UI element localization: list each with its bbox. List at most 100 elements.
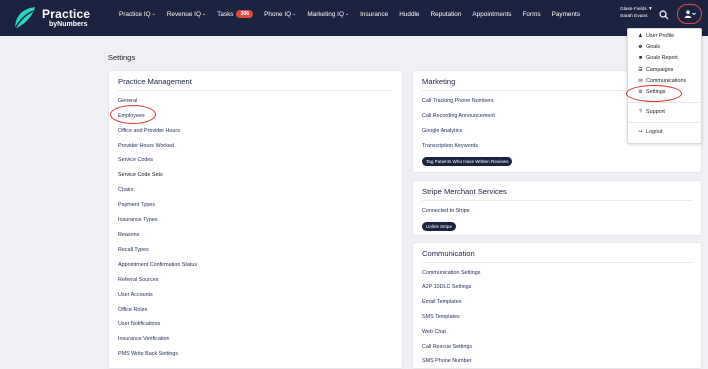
menu-label: Goals Report [646,55,678,61]
link-communication-settings[interactable]: Communication Settings [422,270,480,276]
brand-name: Practice [42,7,91,21]
search-icon[interactable] [659,10,669,20]
nav-phone-iq[interactable]: Phone IQ ⌄ [264,10,296,18]
nav-insurance[interactable]: Insurance [360,10,388,18]
chevron-down-icon: ⌄ [292,11,297,17]
link-user-accounts[interactable]: User Accounts [118,292,153,298]
link-email-templates[interactable]: Email Templates [422,299,461,305]
link-provider-hours-worked[interactable]: Provider Hours Worked [118,143,174,149]
user-menu-button[interactable] [677,4,702,24]
nav-tasks[interactable]: Tasks 306 [217,10,254,18]
nav-reputation[interactable]: Reputation [430,10,461,18]
envelope-icon: ✉ [638,78,643,84]
link-transcription-keywords[interactable]: Transcription Keywords [422,143,478,149]
nav-practice-iq[interactable]: Practice IQ ⌄ [119,10,156,18]
link-a2p-10dlc-settings[interactable]: A2P 10DLC Settings [422,284,471,290]
link-pms-write-back-settings[interactable]: PMS Write Back Settings [118,351,178,357]
trophy-icon: ♚ [638,44,643,50]
menu-campaigns[interactable]: ☰ Campaigns [637,67,673,73]
link-call-tracking-phone-numbers[interactable]: Call Tracking Phone Numbers [422,98,494,104]
menu-goals[interactable]: ♚ Goals [637,44,660,50]
link-chairs[interactable]: Chairs [118,187,134,193]
divider [422,200,692,201]
nav-label: Phone IQ [264,10,292,18]
card-title: Stripe Merchant Services [422,187,507,196]
link-call-rescue-settings[interactable]: Call Rescue Settings [422,344,472,350]
nav-payments[interactable]: Payments [552,10,580,18]
link-google-analytics[interactable]: Google Analytics [422,128,462,134]
link-general[interactable]: General [118,98,137,104]
nav-label: Reputation [430,10,462,18]
practice-switcher[interactable]: Glass-Fields ▼ Sarah Evans [620,7,653,20]
menu-user-profile[interactable]: ♟ User Profile [637,33,674,39]
brand-logo[interactable]: Practice byNumbers [11,5,101,31]
link-appointment-confirmation-status[interactable]: Appointment Confirmation Status [118,262,197,268]
nav-label: Insurance [360,10,389,18]
menu-label: Goals [646,44,661,50]
nav-label: Huddle [399,10,420,18]
link-referral-sources[interactable]: Referral Sources [118,277,158,283]
link-sms-templates[interactable]: SMS Templates [422,314,460,320]
link-office-and-provider-hours[interactable]: Office and Provider Hours [118,128,180,134]
menu-label: User Profile [646,33,675,39]
user-icon [684,10,696,18]
divider [422,262,692,263]
chevron-down-icon: ⌄ [344,11,350,17]
link-call-recording-announcement[interactable]: Call Recording Announcement [422,113,495,119]
nav-label: Forms [522,10,541,18]
list-icon: ☰ [638,67,643,73]
menu-goals-report[interactable]: ■ Goals Report [637,55,678,61]
communication-card: Communication Communication Settings A2P… [412,242,702,369]
page-title: Settings [108,53,136,62]
settings-highlight-circle [626,85,682,102]
chevron-down-icon: ⌄ [201,11,207,17]
menu-divider [628,122,703,123]
stripe-status: Connected to Stripe [422,208,470,214]
main-nav: Practice IQ ⌄ Revenue IQ ⌄ Tasks 306 Phone … [119,10,591,18]
nav-appointments[interactable]: Appointments [472,10,511,18]
logo-mark-icon [14,7,35,30]
link-insurance-verification[interactable]: Insurance Verification [118,336,170,342]
link-recall-types[interactable]: Recall Types [118,247,149,253]
nav-label: Tasks [217,10,234,18]
menu-logout[interactable]: ↪ Logout [637,129,663,135]
top-navbar: Practice byNumbers Practice IQ ⌄ Revenue … [0,0,708,36]
link-user-notifications[interactable]: User Notifications [118,321,160,327]
link-web-chat[interactable]: Web Chat [422,329,446,335]
tag-patients-reviews-button[interactable]: Tag Patients Who Have Written Reviews [422,157,513,166]
nav-label: Revenue IQ [166,10,201,18]
unlink-stripe-button[interactable]: Unlink Stripe [422,222,457,231]
user-icon: ♟ [638,33,643,39]
brand-subname: byNumbers [49,21,88,28]
link-sms-phone-number[interactable]: SMS Phone Number [422,358,471,364]
menu-label: Communications [646,78,687,84]
logout-icon: ↪ [638,129,643,135]
menu-label: Support [646,109,665,115]
nav-huddle[interactable]: Huddle [399,10,419,18]
nav-label: Appointments [472,10,512,18]
chevron-down-icon: ⌄ [151,11,156,17]
card-title: Communication [422,249,475,258]
card-title: Marketing [422,77,456,86]
question-icon: ? [639,109,642,115]
link-insurance-types[interactable]: Insurance Types [118,217,157,223]
menu-label: Logout [646,129,663,135]
tasks-count-badge: 306 [236,10,254,18]
link-office-roles[interactable]: Office Roles [118,307,147,313]
nav-forms[interactable]: Forms [522,10,540,18]
report-icon: ■ [638,55,643,61]
link-reasons[interactable]: Reasons [118,232,139,238]
user-name: Sarah Evans [620,13,648,19]
stripe-card: Stripe Merchant Services Connected to St… [412,180,702,236]
nav-marketing-iq[interactable]: Marketing IQ ⌄ [307,10,349,18]
link-payment-types[interactable]: Payment Types [118,202,155,208]
nav-label: Practice IQ [119,10,151,18]
link-service-codes[interactable]: Service Codes [118,157,153,163]
card-title: Practice Management [118,77,192,86]
nav-label: Payments [551,10,581,18]
link-service-code-sets[interactable]: Service Code Sets [118,172,163,178]
divider [118,90,393,91]
nav-revenue-iq[interactable]: Revenue IQ ⌄ [167,10,206,18]
menu-support[interactable]: ? Support [637,109,665,115]
menu-communications[interactable]: ✉ Communications [637,78,686,84]
